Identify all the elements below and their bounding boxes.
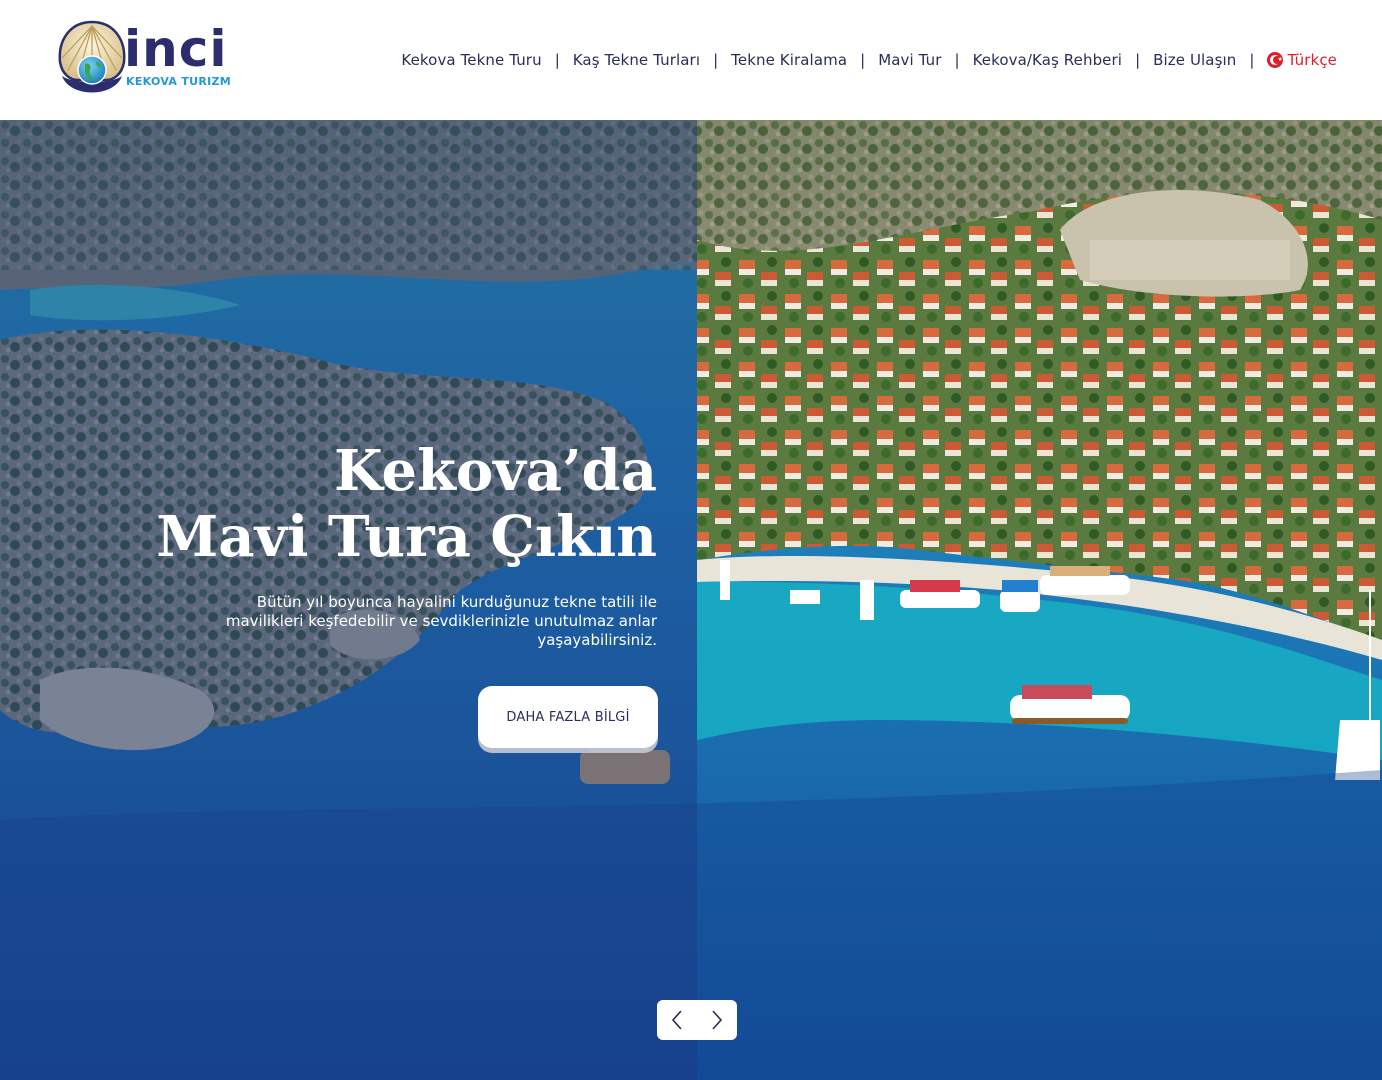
logo-wordmark: inci [124,20,228,78]
nav-separator: | [1135,51,1141,69]
nav-separator: | [954,51,960,69]
turkey-flag-icon: ★ [1267,52,1284,68]
nav-item-kas-tekne-turlari[interactable]: Kaş Tekne Turları [573,51,700,69]
chevron-right-icon [712,1010,723,1030]
pearl-shell-icon [58,20,126,93]
chevron-left-icon [671,1010,682,1030]
nav-item-bize-ulasin[interactable]: Bize Ulaşın [1153,51,1236,69]
hero-slider: Kekova’da Mavi Tura Çıkın Bütün yıl boyu… [0,120,1382,1080]
nav-item-mavi-tur[interactable]: Mavi Tur [878,51,941,69]
site-header: inci KEKOVA TURIZM Kekova Tekne Turu | K… [0,0,1382,120]
nav-separator: | [860,51,866,69]
slider-prev-button[interactable] [657,1000,697,1040]
nav-item-kekova-tekne-turu[interactable]: Kekova Tekne Turu [401,51,541,69]
more-info-button[interactable]: DAHA FAZLA BİLGİ [478,686,658,748]
hero-title: Kekova’da Mavi Tura Çıkın [156,438,657,570]
site-logo[interactable]: inci KEKOVA TURIZM [56,18,231,102]
language-label: Türkçe [1287,51,1337,69]
logo-tagline: KEKOVA TURIZM [126,75,232,88]
hero-title-line-2: Mavi Tura Çıkın [156,504,657,570]
hero-description: Bütün yıl boyunca hayalini kurduğunuz te… [225,593,657,649]
language-selector[interactable]: ★ Türkçe [1267,51,1337,69]
hero-title-line-1: Kekova’da [334,438,657,504]
main-nav: Kekova Tekne Turu | Kaş Tekne Turları | … [401,48,1337,72]
nav-item-rehber[interactable]: Kekova/Kaş Rehberi [973,51,1123,69]
nav-item-tekne-kiralama[interactable]: Tekne Kiralama [731,51,847,69]
nav-separator: | [554,51,560,69]
slider-next-button[interactable] [697,1000,737,1040]
nav-separator: | [1249,51,1255,69]
nav-separator: | [713,51,719,69]
slider-controls [657,1000,737,1040]
